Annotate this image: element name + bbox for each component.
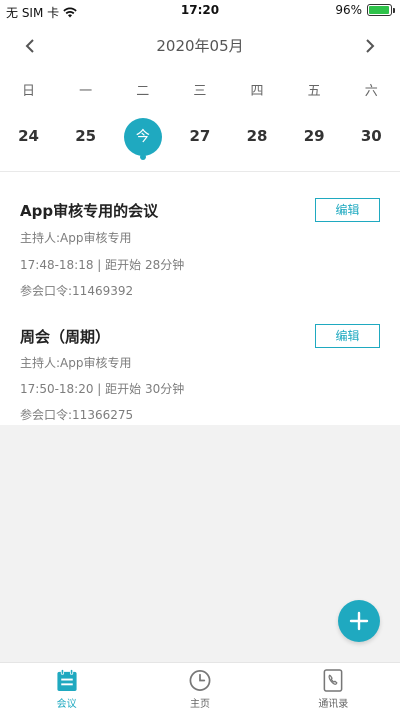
meeting-card[interactable]: App审核专用的会议 编辑 主持人:App审核专用 17:48-18:18 | … (0, 198, 400, 320)
date-cell[interactable]: 28 (229, 116, 286, 156)
meeting-password: 参会口令:11366275 (20, 408, 134, 422)
plus-icon (349, 611, 369, 631)
add-meeting-button[interactable] (338, 600, 380, 642)
edit-button[interactable]: 编辑 (315, 198, 380, 222)
date-cell[interactable]: 29 (286, 116, 343, 156)
date-cell[interactable]: 27 (171, 116, 228, 156)
date-number: 28 (246, 127, 268, 145)
month-header: 2020年05月 (0, 30, 400, 60)
date-number: 25 (75, 127, 97, 145)
battery-percent: 96% (335, 3, 362, 17)
date-number: 30 (360, 127, 382, 145)
meeting-title: App审核专用的会议 (20, 202, 159, 220)
tab-home[interactable]: 主页 (133, 663, 266, 710)
battery-icon (367, 4, 395, 16)
weekday-row: 日 一 二 三 四 五 六 (0, 80, 400, 100)
date-number: 24 (18, 127, 39, 145)
weekday-label: 四 (250, 84, 264, 99)
battery-fill (369, 6, 390, 14)
tab-bar: 会议 主页 通讯录 (0, 662, 400, 710)
meeting-host: 主持人:App审核专用 (20, 231, 132, 245)
meeting-icon (57, 669, 77, 692)
date-number: 27 (189, 127, 211, 145)
weekday-label: 三 (193, 84, 207, 99)
chevron-right-icon (366, 39, 375, 53)
tab-label: 会议 (56, 699, 77, 710)
edit-button[interactable]: 编辑 (315, 324, 380, 348)
date-cell-today[interactable]: 今 (114, 116, 171, 160)
weekday-label: 六 (364, 84, 378, 99)
status-bar: 无 SIM 卡 17:20 96% (0, 0, 400, 22)
event-dot-indicator (139, 154, 146, 160)
divider (0, 171, 400, 172)
weekday-label: 二 (136, 84, 150, 99)
meeting-time: 17:48-18:18 | 距开始 28分钟 (20, 258, 185, 272)
meeting-time: 17:50-18:20 | 距开始 30分钟 (20, 382, 185, 396)
date-cell[interactable]: 30 (343, 116, 400, 156)
date-cell[interactable]: 25 (57, 116, 114, 156)
date-cell[interactable]: 24 (0, 116, 57, 156)
tab-label: 主页 (189, 699, 210, 710)
date-number: 29 (303, 127, 325, 145)
tab-label: 通讯录 (318, 699, 349, 710)
weekday-label: 一 (79, 84, 93, 99)
tab-meeting[interactable]: 会议 (0, 663, 133, 710)
tab-contacts[interactable]: 通讯录 (267, 663, 400, 710)
month-title: 2020年05月 (156, 37, 244, 55)
clock-icon (189, 670, 211, 691)
meeting-title: 周会（周期） (20, 328, 111, 346)
contacts-icon (323, 669, 343, 692)
next-month-button[interactable] (358, 34, 382, 58)
meeting-password: 参会口令:11469392 (20, 284, 134, 298)
weekday-label: 日 (22, 84, 36, 99)
status-right: 96% (335, 3, 395, 17)
weekday-label: 五 (307, 84, 321, 99)
date-row: 24 25 今 27 28 29 30 (0, 116, 400, 162)
today-circle: 今 (123, 117, 162, 156)
meeting-host: 主持人:App审核专用 (20, 356, 132, 370)
